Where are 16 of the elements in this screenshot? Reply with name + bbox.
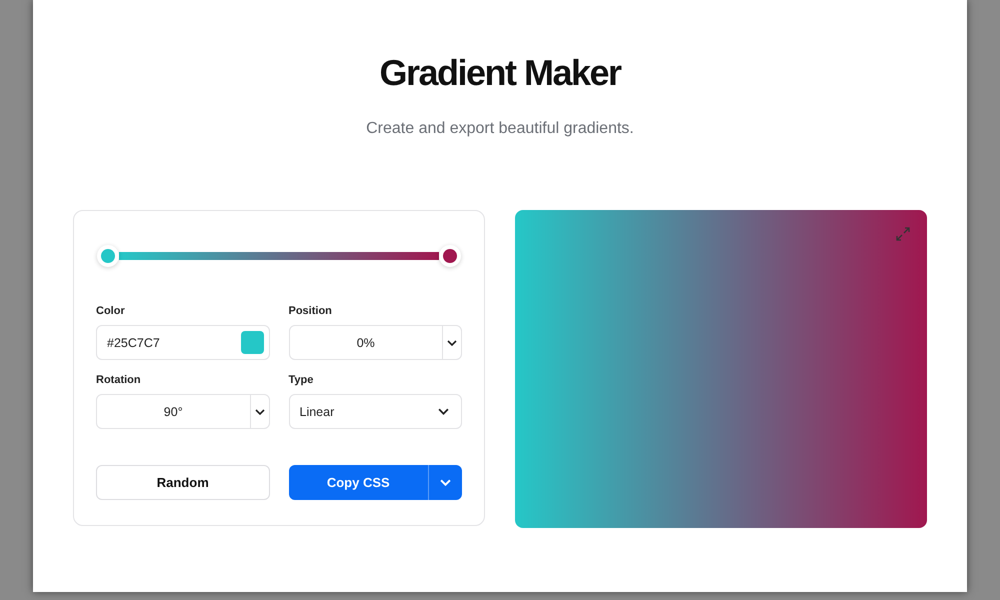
chevron-down-icon [440, 479, 451, 486]
chevron-down-icon [438, 408, 449, 415]
field-label: Position [288, 305, 333, 317]
chevron-down-icon [447, 340, 457, 346]
copy-css-button[interactable]: Copy CSS [288, 465, 428, 500]
copy-options-button[interactable] [428, 465, 462, 500]
random-button[interactable]: Random [96, 465, 270, 500]
type-select[interactable]: Linear [288, 394, 462, 429]
color-input-field[interactable]: #25C7C7 [96, 325, 270, 360]
field-label: Rotation [96, 374, 142, 386]
page-subtitle: Create and export beautiful gradients. [366, 120, 634, 138]
chevron-down-icon [254, 408, 264, 414]
field-label: Color [96, 305, 126, 317]
color-swatch[interactable] [240, 331, 264, 354]
page-title: Gradient Maker [379, 52, 621, 94]
field-label: Type [288, 374, 314, 386]
